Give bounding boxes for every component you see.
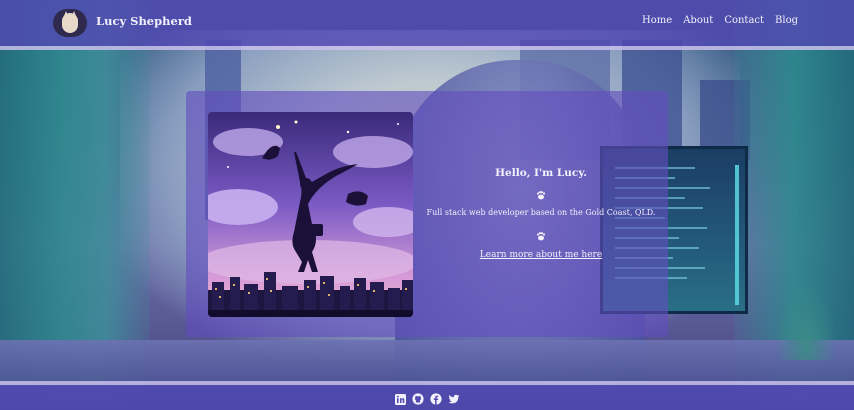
site-header: Lucy Shepherd Home About Contact Blog: [0, 0, 854, 46]
learn-more-link[interactable]: Learn more about me here: [414, 250, 668, 260]
site-footer: [0, 385, 854, 410]
nav-contact[interactable]: Contact: [724, 15, 764, 26]
tagline-text: Full stack web developer based on the Go…: [426, 208, 656, 217]
main-nav: Home About Contact Blog: [642, 15, 798, 26]
hero-illustration: [208, 112, 413, 317]
site-title[interactable]: Lucy Shepherd: [96, 14, 192, 28]
nav-home[interactable]: Home: [642, 15, 672, 26]
twitter-icon[interactable]: [447, 392, 461, 406]
paw-icon: [536, 191, 546, 200]
greeting-heading: Hello, I'm Lucy.: [495, 167, 587, 179]
logo-avatar[interactable]: [53, 9, 87, 37]
linkedin-icon[interactable]: [393, 392, 407, 406]
paw-icon: [536, 232, 546, 241]
header-divider: [0, 46, 854, 50]
social-links: [393, 392, 461, 406]
plant: [776, 280, 836, 360]
facebook-icon[interactable]: [429, 392, 443, 406]
github-icon[interactable]: [411, 392, 425, 406]
nav-about[interactable]: About: [683, 15, 713, 26]
nav-blog[interactable]: Blog: [775, 15, 798, 26]
